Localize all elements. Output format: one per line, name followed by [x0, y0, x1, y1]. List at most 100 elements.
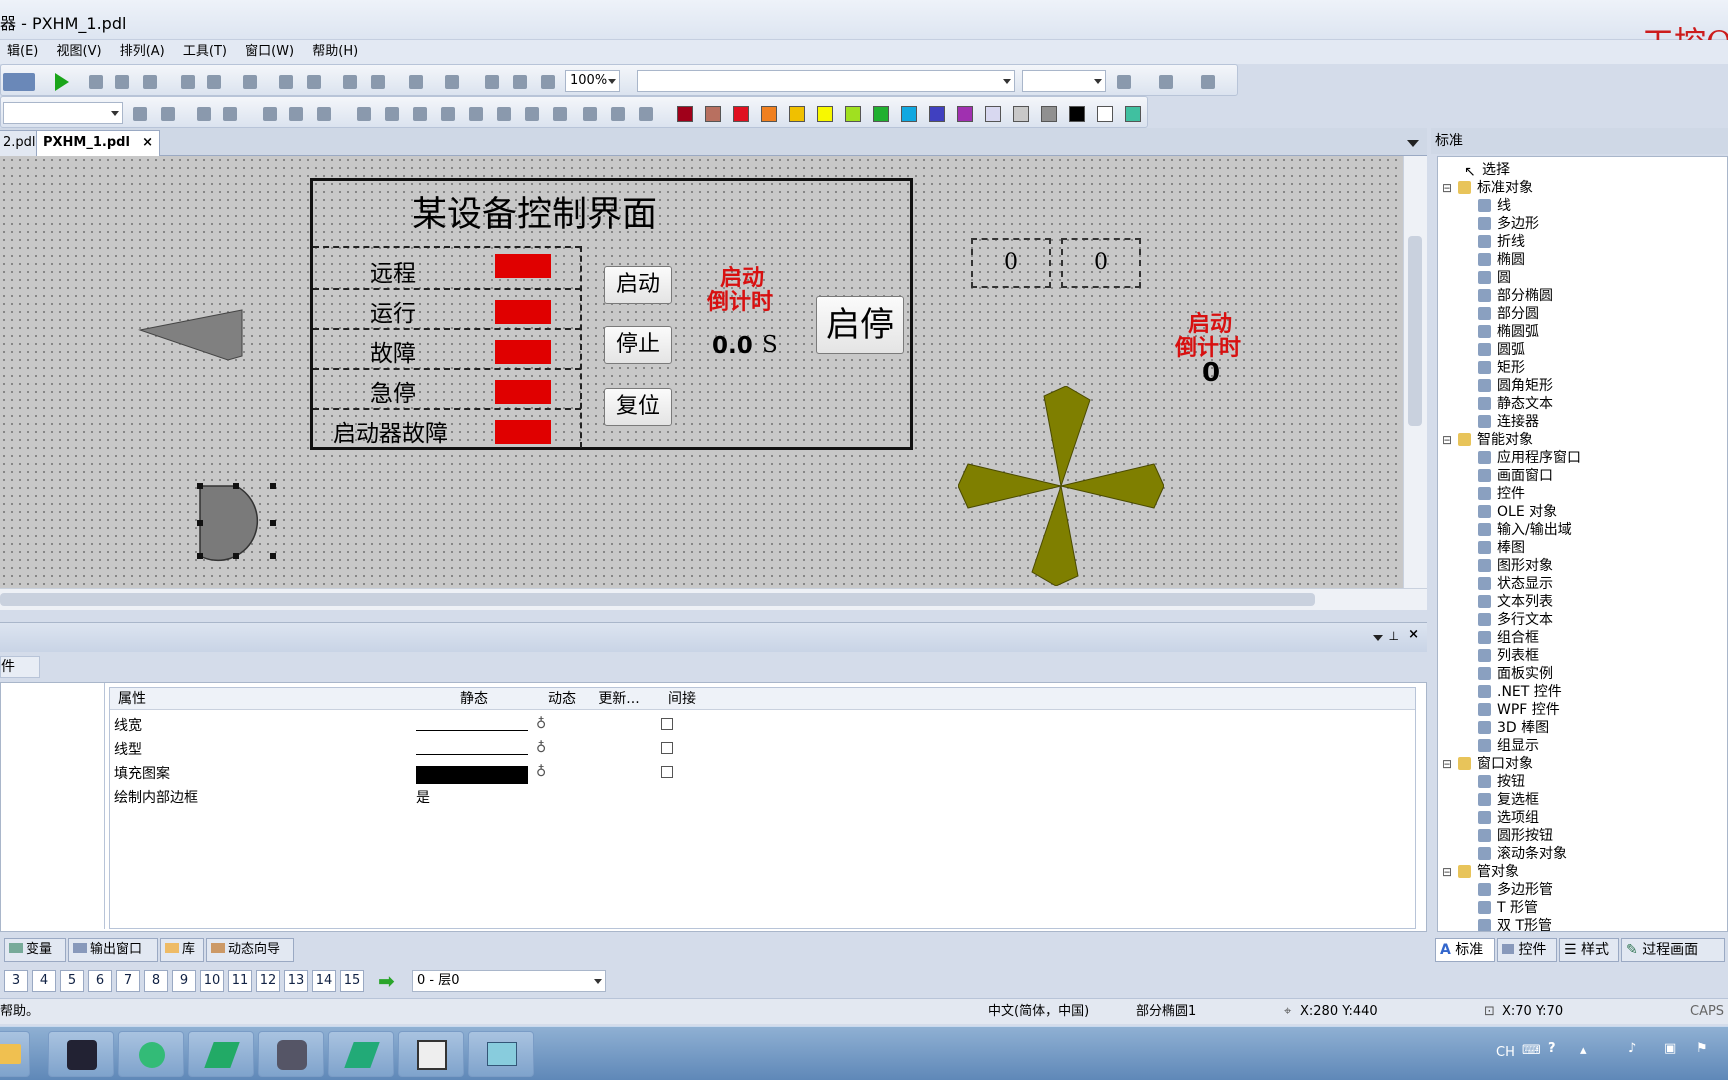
- color-swatch[interactable]: [873, 106, 889, 122]
- run-icon[interactable]: [55, 73, 69, 91]
- color-swatch[interactable]: [957, 106, 973, 122]
- layer-button[interactable]: 14: [312, 970, 336, 992]
- stop-button[interactable]: 停止: [604, 326, 672, 364]
- tab-output[interactable]: 输出窗口: [68, 938, 158, 962]
- layer-button[interactable]: 8: [144, 970, 168, 992]
- collapse-icon[interactable]: ⊟: [1442, 179, 1452, 197]
- column-header-static[interactable]: 静态: [412, 688, 536, 710]
- palette-item[interactable]: 矩形: [1478, 359, 1525, 377]
- palette-item[interactable]: 棒图: [1478, 539, 1525, 557]
- property-name[interactable]: 线宽: [114, 714, 142, 738]
- font-size-select[interactable]: [1022, 70, 1106, 92]
- countdown-label-line2[interactable]: 倒计时: [707, 284, 773, 316]
- fan-blade-shape[interactable]: [958, 386, 1164, 586]
- line-style-value[interactable]: [416, 754, 528, 755]
- arrow-right-icon[interactable]: ➡: [378, 971, 395, 991]
- scroll-thumb[interactable]: [1408, 236, 1422, 426]
- taskbar-app-button[interactable]: [258, 1031, 324, 1077]
- line-width-value[interactable]: [416, 730, 528, 731]
- bulb-icon[interactable]: ♁: [536, 764, 546, 780]
- wand-icon[interactable]: [197, 107, 211, 121]
- print-icon[interactable]: [243, 75, 257, 89]
- space-v-icon[interactable]: [553, 107, 567, 121]
- taskbar-explorer-button[interactable]: [0, 1031, 30, 1077]
- color-swatch[interactable]: [677, 106, 693, 122]
- color-swatch[interactable]: [733, 106, 749, 122]
- font-color-icon[interactable]: [1201, 75, 1215, 89]
- palette-item[interactable]: ⊟ 管对象: [1442, 863, 1519, 881]
- status-label-running[interactable]: 运行: [370, 294, 416, 328]
- palette-item[interactable]: 线: [1478, 197, 1511, 215]
- library-icon[interactable]: [371, 75, 385, 89]
- palette-item[interactable]: 列表框: [1478, 647, 1539, 665]
- palette-item[interactable]: ↖ 选择: [1464, 161, 1510, 180]
- object-select[interactable]: [3, 102, 123, 124]
- taskbar-app-button[interactable]: [118, 1031, 184, 1077]
- canvas-vertical-scrollbar[interactable]: [1403, 156, 1427, 588]
- taskbar-app-button[interactable]: [468, 1031, 534, 1077]
- color-swatch[interactable]: [789, 106, 805, 122]
- tab-dynamic-wizard[interactable]: 动态向导: [206, 938, 294, 962]
- palette-item[interactable]: 状态显示: [1478, 575, 1553, 593]
- color-swatch[interactable]: [1041, 106, 1057, 122]
- countdown-value[interactable]: 0.0: [712, 333, 753, 359]
- column-header-property[interactable]: 属性: [110, 688, 412, 710]
- tray-language[interactable]: CH: [1496, 1045, 1515, 1060]
- close-icon[interactable]: ×: [1408, 627, 1419, 642]
- palette-item[interactable]: 文本列表: [1478, 593, 1553, 611]
- collapse-icon[interactable]: ⊟: [1442, 431, 1452, 449]
- help-icon[interactable]: ?: [1548, 1041, 1556, 1056]
- mirror-icon[interactable]: [289, 107, 303, 121]
- paste-icon[interactable]: [143, 75, 157, 89]
- palette-item[interactable]: 静态文本: [1478, 395, 1553, 413]
- tab-styles[interactable]: ☰ 样式: [1559, 938, 1619, 962]
- zoom-select[interactable]: 100%: [565, 70, 620, 92]
- network-icon[interactable]: ▣: [1664, 1041, 1676, 1056]
- palette-item[interactable]: 圆形按钮: [1478, 827, 1553, 845]
- palette-item[interactable]: 面板实例: [1478, 665, 1553, 683]
- taskbar-app-button[interactable]: [398, 1031, 464, 1077]
- palette-item[interactable]: 圆角矩形: [1478, 377, 1553, 395]
- menu-window[interactable]: 窗口(W): [238, 40, 301, 64]
- palette-item[interactable]: 输入/输出域: [1478, 521, 1572, 539]
- status-indicator-fault[interactable]: [495, 340, 551, 364]
- pie-segment-shape[interactable]: [190, 474, 280, 564]
- align-top-icon[interactable]: [413, 107, 427, 121]
- drawing-canvas[interactable]: 某设备控制界面 远程 运行 故障 急停 启动器故障 启动 停止 复位 启停 启动…: [0, 156, 1403, 588]
- status-indicator-running[interactable]: [495, 300, 551, 324]
- status-label-estop[interactable]: 急停: [370, 374, 416, 408]
- center-v-icon[interactable]: [497, 107, 511, 121]
- center-h-icon[interactable]: [469, 107, 483, 121]
- layer-button[interactable]: 13: [284, 970, 308, 992]
- font-name-select[interactable]: [637, 70, 1015, 92]
- layer-button[interactable]: 11: [228, 970, 252, 992]
- start-stop-button[interactable]: 启停: [816, 296, 904, 354]
- same-height-icon[interactable]: [611, 107, 625, 121]
- right-countdown-value[interactable]: 0: [1202, 358, 1220, 388]
- column-header-update[interactable]: 更新...: [588, 688, 650, 710]
- color-swatch[interactable]: [761, 106, 777, 122]
- column-header-dynamic[interactable]: 动态: [536, 688, 588, 710]
- color-swatch[interactable]: [845, 106, 861, 122]
- palette-item[interactable]: 应用程序窗口: [1478, 449, 1581, 467]
- wand2-icon[interactable]: [223, 107, 237, 121]
- palette-item[interactable]: ⊟ 窗口对象: [1442, 755, 1533, 773]
- tray-expand-icon[interactable]: ▴: [1580, 1043, 1587, 1058]
- palette-item[interactable]: 多边形管: [1478, 881, 1553, 899]
- palette-item[interactable]: 组显示: [1478, 737, 1539, 755]
- redo-icon[interactable]: [207, 75, 221, 89]
- palette-item[interactable]: 连接器: [1478, 413, 1539, 431]
- color-swatch[interactable]: [929, 106, 945, 122]
- property-name[interactable]: 绘制内部边框: [114, 786, 198, 810]
- save-icon[interactable]: [17, 73, 35, 91]
- palette-item[interactable]: 按钮: [1478, 773, 1525, 791]
- palette-item[interactable]: ⊟ 智能对象: [1442, 431, 1533, 449]
- help-pointer-icon[interactable]: [445, 75, 459, 89]
- bring-front-icon[interactable]: [133, 107, 147, 121]
- pin-icon[interactable]: ⊥: [1389, 629, 1399, 643]
- same-size-icon[interactable]: [639, 107, 653, 121]
- keyboard-icon[interactable]: ⌨: [1522, 1043, 1541, 1058]
- undo-icon[interactable]: [181, 75, 195, 89]
- layer-button[interactable]: 3: [4, 970, 28, 992]
- properties-icon[interactable]: [409, 75, 423, 89]
